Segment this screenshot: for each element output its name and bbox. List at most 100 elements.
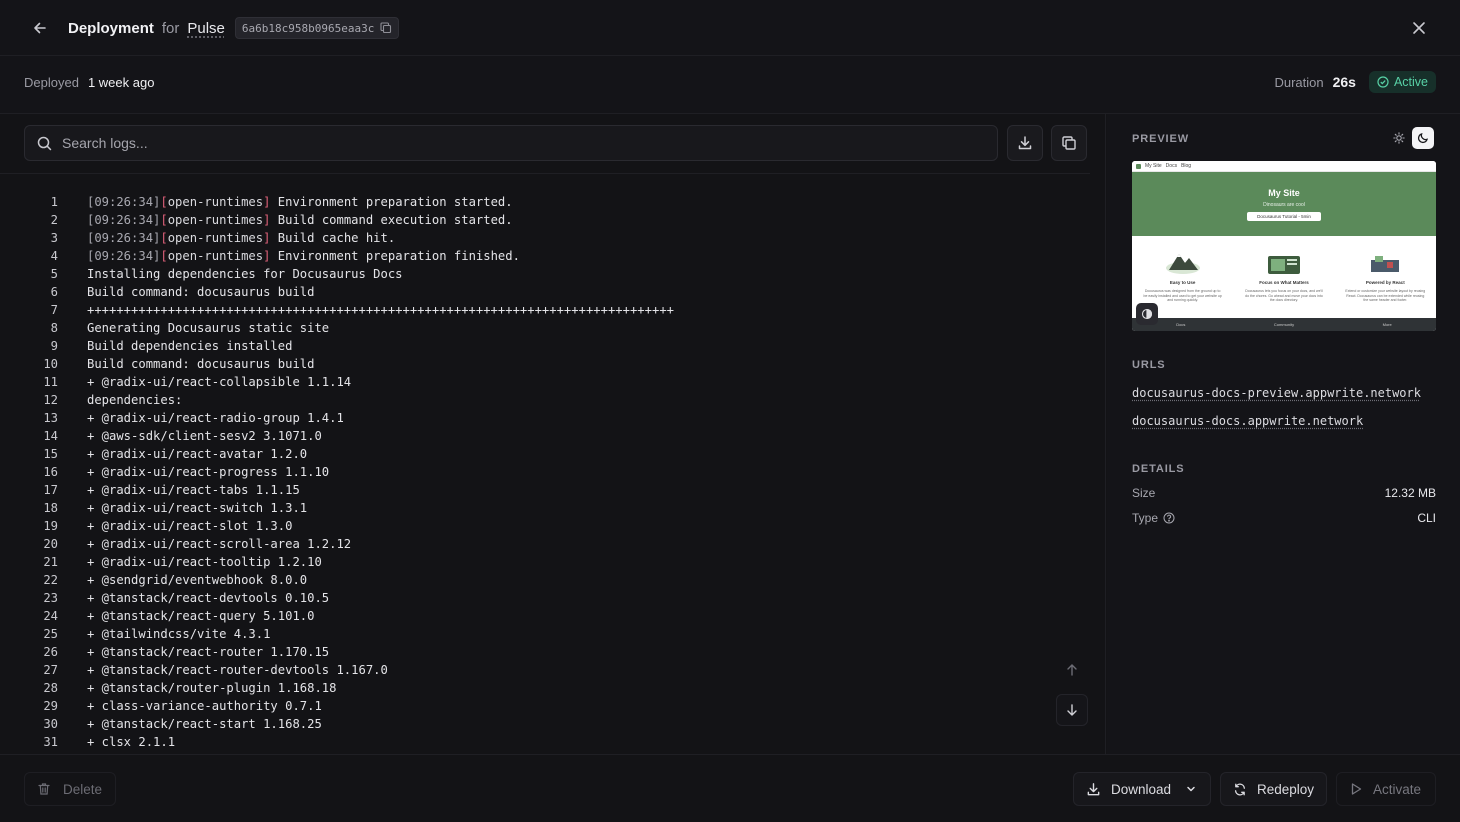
line-number: 27 <box>43 663 58 677</box>
log-message: Environment preparation started. <box>270 195 513 209</box>
log-line: 12 dependencies: <box>0 391 1090 409</box>
type-label: Type <box>1132 511 1159 525</box>
moon-icon[interactable] <box>1412 127 1434 149</box>
copy-logs-button[interactable] <box>1051 125 1087 161</box>
size-value: 12.32 MB <box>1384 486 1436 500</box>
log-line: 24 + @tanstack/react-query 5.101.0 <box>0 607 1090 625</box>
tree-illustration-icon <box>1267 256 1300 274</box>
log-line: 2 [09:26:34] [open-runtimes] Build comman… <box>0 211 1090 229</box>
log-message: + @tanstack/react-start 1.168.25 <box>87 717 322 731</box>
type-label-wrap: Type <box>1132 511 1175 525</box>
details-sidebar: PREVIEW My Site Docs Blog My Site Dinosa… <box>1107 114 1460 754</box>
url-link-preview[interactable]: docusaurus-docs-preview.appwrite.network <box>1132 386 1421 400</box>
url-link-production[interactable]: docusaurus-docs.appwrite.network <box>1132 414 1363 428</box>
redeploy-button[interactable]: Redeploy <box>1220 772 1327 806</box>
search-logs-input[interactable] <box>62 135 962 151</box>
preview-nav: My Site Docs Blog <box>1132 161 1436 172</box>
scroll-top-button[interactable] <box>1056 654 1088 686</box>
preview-hero-title: My Site <box>1268 187 1300 198</box>
log-line: 11 + @radix-ui/react-collapsible 1.1.14 <box>0 373 1090 391</box>
redeploy-label: Redeploy <box>1256 781 1314 797</box>
line-number: 2 <box>50 213 58 227</box>
chevron-down-icon[interactable] <box>1185 783 1197 795</box>
log-line: 3 [09:26:34] [open-runtimes] Build cache … <box>0 229 1090 247</box>
log-line: 23 + @tanstack/react-devtools 0.10.5 <box>0 589 1090 607</box>
title-deployment: Deployment <box>68 19 154 37</box>
log-message: + @radix-ui/react-collapsible 1.1.14 <box>87 375 352 389</box>
download-button[interactable]: Download <box>1073 772 1211 806</box>
refresh-icon <box>1234 782 1245 796</box>
line-number: 3 <box>50 231 58 245</box>
log-message: ++++++++++++++++++++++++++++++++++++++++… <box>87 303 674 317</box>
help-circle-icon[interactable] <box>1163 512 1175 524</box>
activate-label: Activate <box>1373 781 1422 797</box>
deployed-label: Deployed <box>24 75 79 90</box>
copy-icon[interactable] <box>380 22 392 34</box>
preview-features: Easy to Use Docusaurus was designed from… <box>1132 236 1436 318</box>
log-message: + @tanstack/react-router-devtools 1.167.… <box>87 663 388 677</box>
back-arrow-icon[interactable] <box>28 16 52 40</box>
deployed-value: 1 week ago <box>87 75 155 90</box>
delete-button[interactable]: Delete <box>24 772 116 806</box>
log-message: + @aws-sdk/client-sesv2 3.1071.0 <box>87 429 322 443</box>
log-line: 13 + @radix-ui/react-radio-group 1.4.1 <box>0 409 1090 427</box>
log-source: open-runtimes <box>167 213 264 227</box>
preview-hero: My Site Dinosaurs are cool Docusaurus Tu… <box>1132 172 1436 236</box>
preview-feature: Focus on What Matters Docusaurus lets yo… <box>1244 248 1324 318</box>
type-value: CLI <box>1417 511 1436 525</box>
preview-theme-toggle <box>1388 127 1434 149</box>
status-text: Active <box>1393 75 1428 89</box>
close-icon[interactable] <box>1408 17 1430 39</box>
preview-feature-title: Easy to Use <box>1169 280 1196 285</box>
line-number: 19 <box>43 519 58 533</box>
check-circle-icon <box>1377 76 1389 88</box>
site-preview-thumbnail[interactable]: My Site Docs Blog My Site Dinosaurs are … <box>1132 161 1436 331</box>
log-line: 14 + @aws-sdk/client-sesv2 3.1071.0 <box>0 427 1090 445</box>
preview-heading: PREVIEW <box>1132 133 1190 145</box>
project-link[interactable]: Pulse <box>187 20 225 37</box>
preview-footer-col: Community <box>1273 322 1295 327</box>
line-number: 23 <box>43 591 58 605</box>
details-heading: DETAILS <box>1132 463 1185 475</box>
log-line: 4 [09:26:34] [open-runtimes] Environment … <box>0 247 1090 265</box>
log-line: 21 + @radix-ui/react-tooltip 1.2.10 <box>0 553 1090 571</box>
search-logs-box[interactable] <box>24 125 998 161</box>
log-timestamp: [09:26:34] <box>87 195 161 209</box>
line-number: 25 <box>43 627 58 641</box>
preview-nav-link: Docs <box>1165 163 1178 169</box>
line-number: 14 <box>43 429 58 443</box>
preview-footer-col: More <box>1382 322 1392 327</box>
delete-label: Delete <box>63 781 103 797</box>
log-source: open-runtimes <box>167 249 264 263</box>
download-logs-button[interactable] <box>1007 125 1043 161</box>
sun-icon[interactable] <box>1388 127 1410 149</box>
log-message: dependencies: <box>87 393 183 407</box>
line-number: 30 <box>43 717 58 731</box>
detail-type: Type CLI <box>1132 511 1436 525</box>
duration-value: 26s <box>1332 74 1356 90</box>
scroll-bottom-button[interactable] <box>1056 694 1088 726</box>
status-badge: Active <box>1368 71 1436 93</box>
duration-label: Duration <box>1274 74 1324 90</box>
log-message: Build command: docusaurus build <box>87 357 315 371</box>
log-message: Build cache hit. <box>270 231 396 245</box>
log-timestamp: [09:26:34] <box>87 213 161 227</box>
deployment-id-chip[interactable]: 6a6b18c958b0965eaa3c <box>234 17 400 39</box>
log-timestamp: [09:26:34] <box>87 249 161 263</box>
line-number: 1 <box>50 195 58 209</box>
log-line: 16 + @radix-ui/react-progress 1.1.10 <box>0 463 1090 481</box>
log-line: 30 + @tanstack/react-start 1.168.25 <box>0 715 1090 733</box>
log-message: Environment preparation finished. <box>270 249 520 263</box>
log-line: 27 + @tanstack/react-router-devtools 1.16… <box>0 661 1090 679</box>
log-message: + @tanstack/react-query 5.101.0 <box>87 609 315 623</box>
log-source: open-runtimes <box>167 231 264 245</box>
log-line: 5 Installing dependencies for Docusaurus … <box>0 265 1090 283</box>
log-message: + @radix-ui/react-scroll-area 1.2.12 <box>87 537 352 551</box>
download-icon <box>1087 782 1100 795</box>
log-message: + clsx 2.1.1 <box>87 735 176 749</box>
preview-feature-text: Docusaurus was designed from the ground … <box>1143 289 1222 303</box>
activate-button[interactable]: Activate <box>1336 772 1436 806</box>
log-message: + @tailwindcss/vite 4.3.1 <box>87 627 271 641</box>
line-number: 11 <box>43 375 58 389</box>
preview-logo <box>1136 163 1141 169</box>
